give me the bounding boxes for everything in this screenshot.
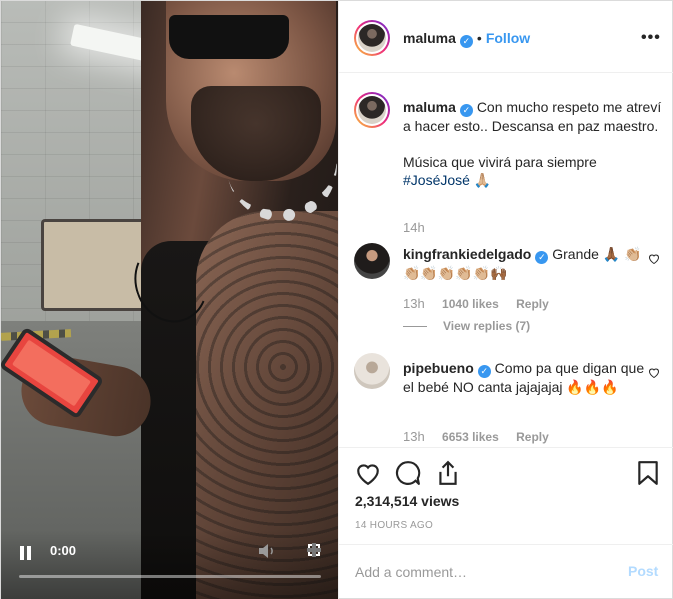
header-separator: •: [476, 30, 482, 46]
post-header: maluma ✓ • Follow •••: [339, 1, 673, 73]
caption-username[interactable]: maluma: [403, 99, 456, 115]
video-controls-overlay: [1, 530, 338, 599]
verified-badge-icon: ✓: [459, 104, 473, 117]
heart-icon[interactable]: [355, 460, 381, 486]
comment-time: 13h: [403, 429, 425, 444]
comment-reply-button[interactable]: Reply: [516, 297, 549, 311]
comment-item: kingfrankiedelgado ✓ Grande 🙏🏾 👏🏼👏🏼👏🏼👏🏼👏🏼…: [403, 245, 653, 282]
post-actions: 2,314,514 views 14 HOURS AGO: [339, 447, 673, 559]
header-user-line: maluma ✓ • Follow: [403, 30, 530, 48]
comment-time: 13h: [403, 296, 425, 311]
comment-reply-button[interactable]: Reply: [516, 430, 549, 444]
pause-icon[interactable]: [19, 546, 33, 560]
video-sunglasses: [169, 15, 289, 59]
caption-avatar[interactable]: [354, 92, 390, 128]
post-side-panel: maluma ✓ • Follow ••• maluma ✓ Con mucho res…: [338, 1, 673, 599]
comment-input[interactable]: [355, 561, 605, 583]
caption-hashtag[interactable]: #JoséJosé: [403, 172, 470, 188]
view-replies-button[interactable]: View replies (7): [403, 319, 530, 333]
verified-badge-icon: ✓: [535, 251, 549, 264]
comment-item: pipebueno ✓ Como pa que digan que el bebé…: [403, 359, 653, 396]
caption-emoji: 🙏🏼: [473, 172, 492, 188]
post-timestamp: 14 HOURS AGO: [355, 520, 434, 531]
comment-likes[interactable]: 1040 likes: [442, 297, 499, 311]
view-count[interactable]: 2,314,514 views: [355, 493, 459, 509]
follow-button[interactable]: Follow: [486, 30, 530, 46]
fullscreen-icon[interactable]: [307, 543, 321, 557]
view-replies-line: [403, 326, 427, 328]
add-comment-bar: Post: [339, 544, 673, 599]
comment-avatar[interactable]: [354, 353, 390, 389]
post-comment-button[interactable]: Post: [628, 563, 658, 579]
caption-time: 14h: [403, 220, 425, 235]
video-time: 0:00: [50, 543, 77, 558]
more-options-icon[interactable]: •••: [641, 29, 661, 47]
instagram-post: 0:00 maluma ✓ • Follow ••• maluma ✓ Con much…: [0, 0, 673, 599]
comment-like-heart-icon[interactable]: [648, 253, 660, 264]
share-icon[interactable]: [435, 460, 461, 486]
comment-username[interactable]: pipebueno: [403, 360, 474, 376]
header-username[interactable]: maluma: [403, 30, 456, 46]
speaker-icon[interactable]: [258, 543, 276, 559]
avatar[interactable]: [354, 20, 390, 56]
video-progress-bar[interactable]: [19, 575, 321, 578]
comment-like-heart-icon[interactable]: [648, 367, 660, 378]
comment-avatar[interactable]: [354, 243, 390, 279]
comment-meta: 13h 6653 likes Reply: [403, 429, 563, 444]
video-player[interactable]: 0:00: [1, 1, 338, 599]
view-replies-label: View replies (7): [443, 319, 531, 333]
comment-username[interactable]: kingfrankiedelgado: [403, 246, 531, 262]
caption-text-line2: Música que vivirá para siempre: [403, 154, 597, 170]
comment-icon[interactable]: [395, 460, 421, 486]
comment-likes[interactable]: 6653 likes: [442, 430, 499, 444]
comment-meta: 13h 1040 likes Reply: [403, 296, 563, 311]
post-caption: maluma ✓ Con mucho respeto me atreví a ha…: [403, 98, 663, 189]
bookmark-icon[interactable]: [635, 460, 661, 486]
verified-badge-icon: ✓: [477, 365, 491, 378]
verified-badge-icon: ✓: [459, 35, 473, 48]
